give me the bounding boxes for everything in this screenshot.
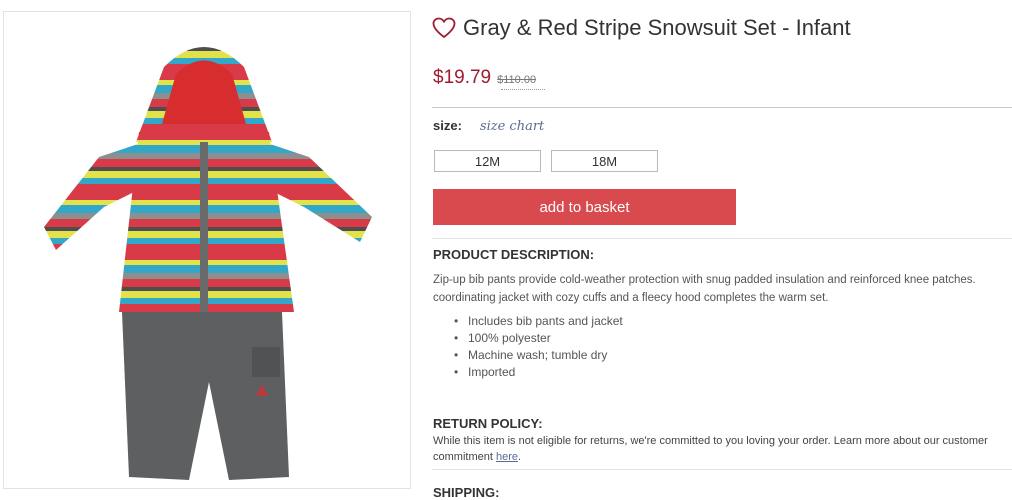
- add-to-basket-button[interactable]: add to basket: [433, 189, 736, 225]
- heart-outline-icon[interactable]: [432, 17, 456, 39]
- product-image[interactable]: [3, 11, 411, 489]
- list-item: 100% polyester: [452, 330, 623, 347]
- original-price: $110.00: [497, 74, 537, 86]
- divider: [432, 469, 1012, 470]
- original-price-underline: [501, 89, 545, 90]
- return-policy-link[interactable]: here: [496, 451, 518, 463]
- description-line: Zip-up bib pants provide cold-weather pr…: [433, 274, 976, 286]
- product-description-text: Zip-up bib pants provide cold-weather pr…: [433, 271, 1012, 307]
- product-title: Gray & Red Stripe Snowsuit Set - Infant: [463, 15, 851, 40]
- return-policy-text: While this item is not eligible for retu…: [433, 433, 1008, 465]
- size-option-12m[interactable]: 12M: [434, 150, 541, 172]
- divider: [432, 107, 1012, 108]
- list-item: Includes bib pants and jacket: [452, 313, 623, 330]
- size-option-18m[interactable]: 18M: [551, 150, 658, 172]
- size-row: size: size chart: [433, 118, 544, 134]
- shipping-heading: SHIPPING:: [433, 485, 500, 500]
- return-policy-end: .: [518, 451, 522, 463]
- product-description-heading: PRODUCT DESCRIPTION:: [433, 247, 595, 262]
- sale-price: $19.79: [433, 67, 492, 88]
- list-item: Imported: [452, 364, 623, 381]
- size-label: size:: [433, 118, 462, 133]
- snowsuit-illustration: [44, 47, 372, 480]
- price-row: $19.79 $110.00: [433, 67, 545, 90]
- list-item: Machine wash; tumble dry: [452, 347, 623, 364]
- return-policy-heading: RETURN POLICY:: [433, 416, 543, 431]
- feature-list: Includes bib pants and jacket 100% polye…: [452, 313, 623, 381]
- size-chart-link[interactable]: size chart: [480, 119, 544, 134]
- description-line: coordinating jacket with cozy cuffs and …: [433, 292, 829, 304]
- divider: [432, 238, 1012, 239]
- title-row: Gray & Red Stripe Snowsuit Set - Infant: [432, 15, 851, 41]
